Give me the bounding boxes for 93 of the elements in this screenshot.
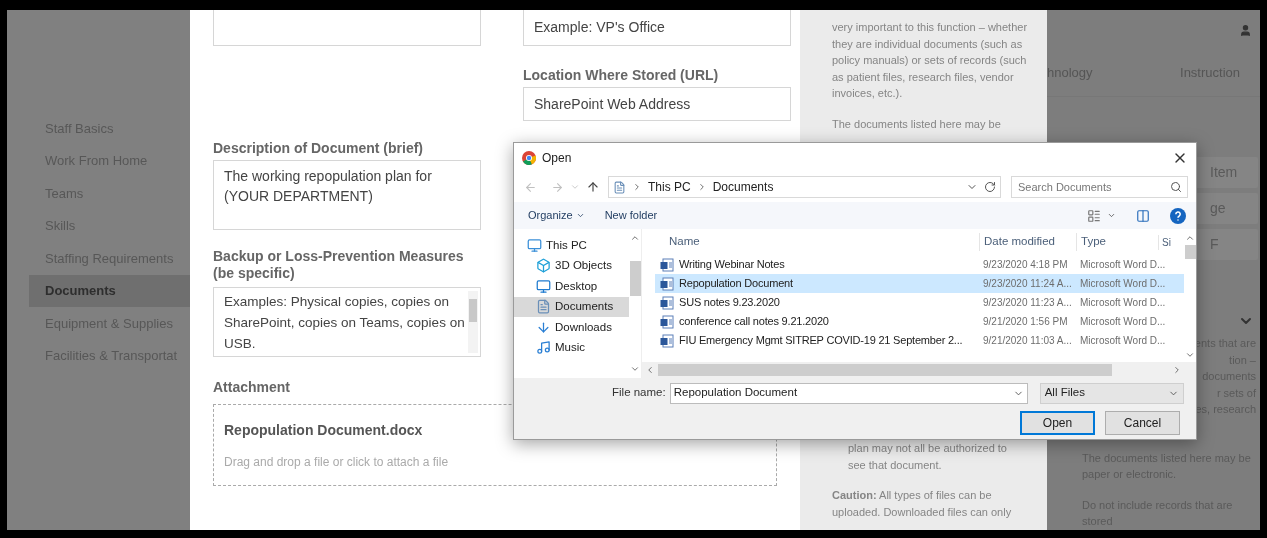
- horizontal-scrollbar[interactable]: [642, 362, 1196, 378]
- search-icon: [1170, 181, 1182, 193]
- navigation-item[interactable]: Documents: [514, 296, 629, 317]
- music-note-icon: [536, 340, 551, 356]
- dialog-title: Open: [542, 149, 572, 167]
- caret-icon: [575, 211, 585, 220]
- organize-menu[interactable]: Organize: [528, 207, 585, 224]
- input-field[interactable]: [213, 10, 481, 46]
- user-icon[interactable]: [1239, 23, 1252, 37]
- new-folder-button[interactable]: New folder: [604, 207, 658, 224]
- search-field[interactable]: Search Documents: [1011, 176, 1188, 198]
- view-options-icon[interactable]: [1087, 208, 1101, 223]
- computer-icon: [527, 237, 542, 253]
- preview-pane-icon[interactable]: [1136, 208, 1150, 223]
- help-icon[interactable]: [1170, 207, 1186, 224]
- word-document-icon: [660, 276, 674, 291]
- file-row[interactable]: SUS notes 9.23.2020 9/23/2020 11:23 A... Microsoft Word D...: [655, 293, 1184, 312]
- recent-locations-icon[interactable]: [570, 182, 580, 192]
- location-name-field[interactable]: Example: VP's Office: [523, 10, 791, 46]
- file-date: 9/23/2020 11:24 A...: [983, 277, 1072, 289]
- breadcrumb-item[interactable]: This PC: [648, 178, 691, 196]
- file-name-label: File name:: [612, 385, 666, 401]
- description-textarea[interactable]: The working repopulation plan for (YOUR DEPARTMENT): [213, 160, 481, 230]
- file-name: SUS notes 9.23.2020: [679, 295, 780, 311]
- navigation-item[interactable]: This PC: [514, 235, 629, 256]
- scroll-left-icon[interactable]: [645, 365, 655, 375]
- file-name-field[interactable]: Repopulation Document: [669, 382, 1028, 404]
- file-type: Microsoft Word D...: [1080, 258, 1166, 270]
- navigation-item[interactable]: 3D Objects: [514, 255, 629, 276]
- textarea-scrollbar[interactable]: [468, 291, 478, 353]
- file-row[interactable]: Repopulation Document 9/23/2020 11:24 A... Microsoft Word D...: [655, 274, 1184, 293]
- file-type-dropdown[interactable]: All Files: [1039, 382, 1184, 404]
- field-label: Attachment: [213, 379, 290, 396]
- desktop-icon: [536, 278, 551, 294]
- file-type: Microsoft Word D...: [1080, 296, 1166, 308]
- field-label: Description of Document (brief): [213, 140, 424, 157]
- file-type: Microsoft Word D...: [1080, 277, 1166, 289]
- caution-text: Caution: All types of files can be uploaded. Downloaded files can only: [832, 488, 1013, 520]
- breadcrumb-item[interactable]: Documents: [712, 178, 774, 196]
- navigation-item[interactable]: Desktop: [514, 276, 629, 297]
- file-type: Microsoft Word D...: [1080, 334, 1166, 346]
- download-icon: [536, 319, 551, 335]
- address-bar[interactable]: This PC Documents: [608, 176, 1001, 198]
- scroll-down-icon[interactable]: [630, 364, 640, 374]
- file-type: Microsoft Word D...: [1080, 315, 1166, 327]
- open-button[interactable]: Open: [1020, 411, 1095, 435]
- attached-file-name: Repopulation Document.docx: [224, 420, 424, 440]
- cube-icon: [536, 258, 551, 274]
- browser-logo-icon: [522, 150, 536, 165]
- scroll-down-icon[interactable]: [1185, 350, 1195, 360]
- scroll-up-icon[interactable]: [630, 233, 640, 243]
- word-document-icon: [660, 314, 674, 329]
- caret-icon[interactable]: [1107, 211, 1116, 220]
- breadcrumb-separator-icon: [632, 182, 642, 192]
- forward-arrow-icon[interactable]: [551, 180, 564, 194]
- document-icon: [613, 180, 626, 194]
- refresh-icon[interactable]: [984, 181, 996, 193]
- cancel-button[interactable]: Cancel: [1105, 411, 1180, 435]
- file-date: 9/21/2020 1:56 PM: [983, 315, 1068, 327]
- word-document-icon: [660, 257, 674, 272]
- scroll-right-icon[interactable]: [1172, 365, 1182, 375]
- file-row[interactable]: Writing Webinar Notes 9/23/2020 4:18 PM Microsoft Word D...: [655, 255, 1184, 274]
- file-name: conference call notes 9.21.2020: [679, 314, 829, 330]
- file-date: 9/23/2020 4:18 PM: [983, 258, 1068, 270]
- navigation-item[interactable]: Downloads: [514, 317, 629, 338]
- word-document-icon: [660, 295, 674, 310]
- scrollbar-thumb[interactable]: [1184, 245, 1196, 259]
- file-row[interactable]: FIU Emergency Mgmt SITREP COVID-19 21 September 2... 9/21/2020 11:03 A... Microsoft Word D...: [655, 331, 1184, 350]
- scroll-up-icon[interactable]: [1185, 233, 1195, 243]
- file-row[interactable]: conference call notes 9.21.2020 9/21/2020 1:56 PM Microsoft Word D...: [655, 312, 1184, 331]
- scrollbar-thumb[interactable]: [629, 261, 641, 296]
- column-header[interactable]: Name: [655, 233, 979, 251]
- scrollbar-thumb[interactable]: [658, 364, 1112, 376]
- help-text: very important to this function – whether they are individual documents (such as policy manuals) or sets of records (such as patient files, research files, vendor invoices, etc.).: [832, 20, 1029, 101]
- location-url-field[interactable]: SharePoint Web Address: [523, 87, 791, 121]
- column-header[interactable]: Si: [1158, 234, 1171, 250]
- dropzone-hint: Drag and drop a file or click to attach a file: [224, 453, 450, 471]
- field-label: Backup or Loss-Prevention Measures (be specific): [213, 248, 465, 282]
- help-text: plan may not all be authorized to see that document.: [847, 441, 1008, 473]
- navigation-item[interactable]: Music: [514, 337, 629, 358]
- backup-textarea[interactable]: Examples: Physical copies, copies on SharePoint, copies on Teams, copies on USB.: [213, 287, 481, 357]
- help-text: The documents listed here may be: [832, 116, 1002, 132]
- file-date: 9/21/2020 11:03 A...: [983, 334, 1072, 346]
- field-label: Location Where Stored (URL): [523, 67, 720, 84]
- column-header[interactable]: Date modified: [979, 233, 1076, 251]
- back-arrow-icon[interactable]: [524, 180, 537, 194]
- file-date: 9/23/2020 11:23 A...: [983, 296, 1072, 308]
- file-name: FIU Emergency Mgmt SITREP COVID-19 21 September 2...: [679, 333, 963, 349]
- word-document-icon: [660, 333, 674, 348]
- file-name: Writing Webinar Notes: [679, 257, 785, 273]
- document-icon: [536, 299, 551, 315]
- file-name: Repopulation Document: [679, 276, 793, 292]
- column-header[interactable]: Type: [1076, 233, 1158, 251]
